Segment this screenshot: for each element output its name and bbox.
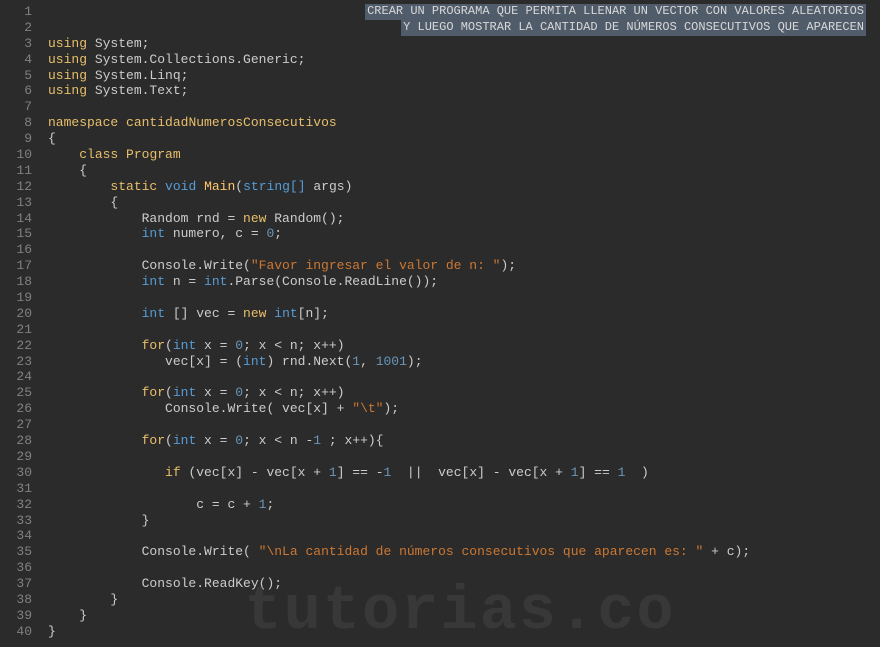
line-number: 13 [0, 195, 32, 211]
code-line [48, 417, 880, 433]
code-line: } [48, 624, 880, 640]
line-number: 9 [0, 131, 32, 147]
code-line: namespace cantidadNumerosConsecutivos [48, 115, 880, 131]
code-line [48, 99, 880, 115]
code-line: for(int x = 0; x < n -1 ; x++){ [48, 433, 880, 449]
code-line: using System.Text; [48, 83, 880, 99]
code-line: Console.Write( vec[x] + "\t"); [48, 401, 880, 417]
code-line: Console.Write("Favor ingresar el valor d… [48, 258, 880, 274]
line-number: 38 [0, 592, 32, 608]
code-line [48, 322, 880, 338]
code-line: Random rnd = new Random(); [48, 211, 880, 227]
line-number: 40 [0, 624, 32, 640]
line-number: 27 [0, 417, 32, 433]
line-number: 24 [0, 369, 32, 385]
code-line: } [48, 513, 880, 529]
code-line: vec[x] = (int) rnd.Next(1, 1001); [48, 354, 880, 370]
line-number: 3 [0, 36, 32, 52]
code-line: { [48, 163, 880, 179]
code-line: { [48, 195, 880, 211]
line-number: 10 [0, 147, 32, 163]
banner-line-2: Y LUEGO MOSTRAR LA CANTIDAD DE NÚMEROS C… [401, 20, 866, 36]
code-line [48, 481, 880, 497]
code-line [48, 449, 880, 465]
code-line: int [] vec = new int[n]; [48, 306, 880, 322]
code-line: using System.Collections.Generic; [48, 52, 880, 68]
code-line: int numero, c = 0; [48, 226, 880, 242]
line-number-gutter: 1234567891011121314151617181920212223242… [0, 0, 40, 640]
code-line: { [48, 131, 880, 147]
code-line: c = c + 1; [48, 497, 880, 513]
code-line [48, 560, 880, 576]
code-line [48, 369, 880, 385]
line-number: 14 [0, 211, 32, 227]
line-number: 11 [0, 163, 32, 179]
code-editor: 1234567891011121314151617181920212223242… [0, 0, 880, 640]
line-number: 29 [0, 449, 32, 465]
line-number: 23 [0, 354, 32, 370]
line-number: 17 [0, 258, 32, 274]
code-line: static void Main(string[] args) [48, 179, 880, 195]
code-line: class Program [48, 147, 880, 163]
line-number: 36 [0, 560, 32, 576]
line-number: 21 [0, 322, 32, 338]
line-number: 37 [0, 576, 32, 592]
code-line: Console.Write( "\nLa cantidad de números… [48, 544, 880, 560]
code-line: } [48, 592, 880, 608]
line-number: 12 [0, 179, 32, 195]
line-number: 25 [0, 385, 32, 401]
code-area: CREAR UN PROGRAMA QUE PERMITA LLENAR UN … [40, 0, 880, 640]
line-number: 20 [0, 306, 32, 322]
line-number: 2 [0, 20, 32, 36]
code-line: using System; [48, 36, 880, 52]
code-line [48, 528, 880, 544]
line-number: 28 [0, 433, 32, 449]
line-number: 22 [0, 338, 32, 354]
line-number: 34 [0, 528, 32, 544]
code-line: int n = int.Parse(Console.ReadLine()); [48, 274, 880, 290]
code-line: } [48, 608, 880, 624]
line-number: 39 [0, 608, 32, 624]
code-line [48, 242, 880, 258]
line-number: 18 [0, 274, 32, 290]
line-number: 35 [0, 544, 32, 560]
code-line: using System.Linq; [48, 68, 880, 84]
code-line [48, 290, 880, 306]
line-number: 1 [0, 4, 32, 20]
line-number: 19 [0, 290, 32, 306]
line-number: 8 [0, 115, 32, 131]
line-number: 4 [0, 52, 32, 68]
comment-banner: CREAR UN PROGRAMA QUE PERMITA LLENAR UN … [365, 4, 866, 36]
code-line: for(int x = 0; x < n; x++) [48, 338, 880, 354]
line-number: 5 [0, 68, 32, 84]
line-number: 33 [0, 513, 32, 529]
line-number: 30 [0, 465, 32, 481]
code-line: if (vec[x] - vec[x + 1] == -1 || vec[x] … [48, 465, 880, 481]
line-number: 32 [0, 497, 32, 513]
line-number: 7 [0, 99, 32, 115]
line-number: 31 [0, 481, 32, 497]
code-line: for(int x = 0; x < n; x++) [48, 385, 880, 401]
code-line: Console.ReadKey(); [48, 576, 880, 592]
line-number: 16 [0, 242, 32, 258]
line-number: 6 [0, 83, 32, 99]
banner-line-1: CREAR UN PROGRAMA QUE PERMITA LLENAR UN … [365, 4, 866, 20]
line-number: 15 [0, 226, 32, 242]
line-number: 26 [0, 401, 32, 417]
